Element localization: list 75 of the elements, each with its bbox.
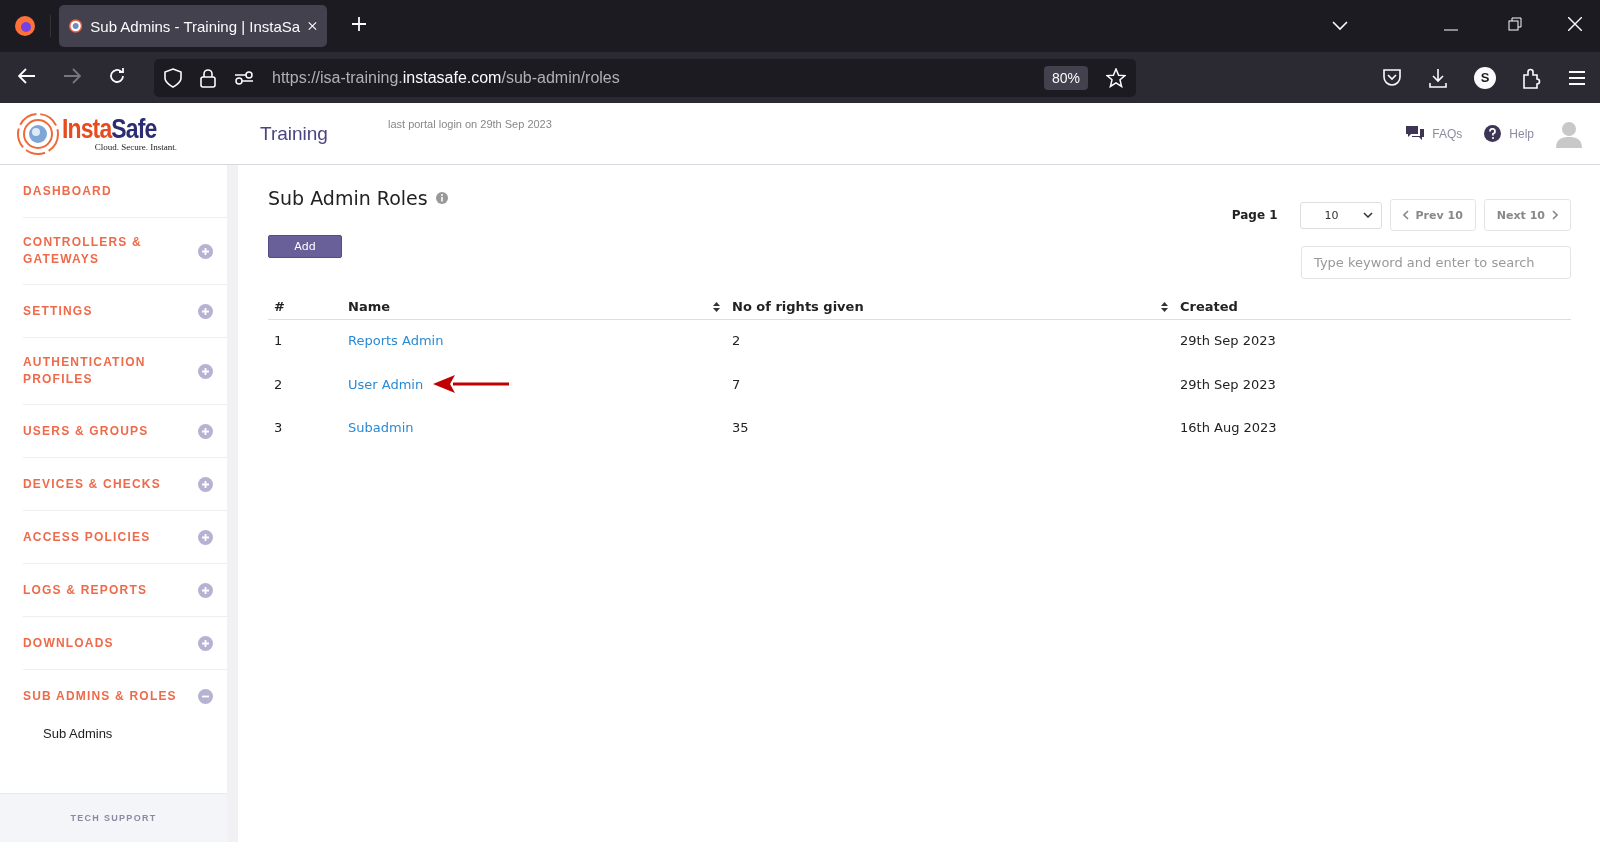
close-icon[interactable] xyxy=(308,20,317,32)
site-favicon-icon xyxy=(69,17,83,35)
profile-avatar[interactable]: S xyxy=(1474,66,1496,89)
column-header: Created xyxy=(1180,299,1238,314)
sidebar-item[interactable]: DEVICES & CHECKS xyxy=(23,475,198,493)
chevron-left-icon xyxy=(1402,210,1409,220)
column-header: No of rights given xyxy=(732,299,864,314)
menu-icon[interactable] xyxy=(1568,69,1586,86)
zoom-level[interactable]: 80% xyxy=(1043,65,1088,90)
sidebar-item[interactable]: DASHBOARD xyxy=(23,182,213,200)
role-name-link[interactable]: Subadmin xyxy=(348,420,414,435)
sidebar-subitem[interactable]: Sub Admins xyxy=(23,722,227,741)
chevron-right-icon xyxy=(1552,210,1558,220)
portal-name: Training xyxy=(260,122,328,145)
browser-logo-icon[interactable] xyxy=(14,15,36,37)
sidebar-item[interactable]: CONTROLLERS & GATEWAYS xyxy=(23,234,198,268)
new-tab-icon[interactable] xyxy=(351,16,367,32)
forward-arrow-icon xyxy=(63,68,81,84)
download-icon[interactable] xyxy=(1428,67,1448,88)
sidebar-item[interactable]: USERS & GROUPS xyxy=(23,422,198,440)
row-number: 3 xyxy=(274,420,283,435)
sidebar-item[interactable]: DOWNLOADS xyxy=(23,634,198,652)
chevron-down-icon[interactable] xyxy=(1332,21,1348,31)
back-arrow-icon[interactable] xyxy=(18,68,36,84)
rights-count: 2 xyxy=(732,333,741,348)
chat-bubbles-icon xyxy=(1406,125,1425,142)
sort-icon[interactable] xyxy=(1161,301,1168,312)
globe-logo-icon xyxy=(16,111,60,156)
reload-icon[interactable] xyxy=(108,67,126,85)
faqs-link[interactable]: FAQs xyxy=(1406,125,1463,142)
browser-tab[interactable]: Sub Admins - Training | InstaSa xyxy=(59,5,327,47)
add-button[interactable]: Add xyxy=(268,235,342,258)
permissions-icon[interactable] xyxy=(234,69,254,86)
row-number: 2 xyxy=(274,376,283,392)
sidebar-item[interactable]: LOGS & REPORTS xyxy=(23,581,198,599)
sidebar-item[interactable]: SUB ADMINS & ROLES xyxy=(23,687,198,705)
restore-icon[interactable] xyxy=(1508,17,1522,31)
created-date: 29th Sep 2023 xyxy=(1180,376,1276,392)
sidebar-item[interactable]: ACCESS POLICIES xyxy=(23,528,198,546)
star-icon[interactable] xyxy=(1106,67,1126,88)
logo-tagline: Cloud. Secure. Instant. xyxy=(94,141,178,152)
address-bar[interactable]: https://isa-training.instasafe.com/sub-admin/roles 80% xyxy=(154,58,1136,97)
logo-wordmark: InstaSafe xyxy=(62,115,157,142)
rights-count: 35 xyxy=(732,420,749,435)
created-date: 29th Sep 2023 xyxy=(1180,333,1276,348)
role-name-link[interactable]: Reports Admin xyxy=(348,333,444,348)
next-page-button[interactable]: Next 10 xyxy=(1483,199,1571,231)
rights-count: 7 xyxy=(732,376,741,392)
tech-support-link[interactable]: TECH SUPPORT xyxy=(70,813,157,823)
info-icon[interactable] xyxy=(435,192,448,204)
search-field[interactable]: Type keyword and enter to search xyxy=(1301,246,1571,279)
column-header: # xyxy=(274,299,285,314)
last-login-text: last portal login on 29th Sep 2023 xyxy=(387,118,552,130)
close-icon[interactable] xyxy=(1568,17,1582,31)
tab-title: Sub Admins - Training | InstaSa xyxy=(90,17,301,35)
shield-icon[interactable] xyxy=(164,67,182,88)
chevron-down-icon xyxy=(1362,212,1373,218)
padlock-icon[interactable] xyxy=(200,67,216,88)
prev-page-button[interactable]: Prev 10 xyxy=(1389,199,1476,231)
help-link[interactable]: Help xyxy=(1484,125,1534,142)
sort-icon[interactable] xyxy=(713,301,720,312)
pocket-icon[interactable] xyxy=(1382,68,1402,87)
sidebar-item[interactable]: AUTHENTICATION PROFILES xyxy=(23,354,198,388)
page-size-select[interactable]: 10 xyxy=(1299,201,1382,229)
puzzle-piece-icon[interactable] xyxy=(1522,66,1542,89)
url-text: https://isa-training.instasafe.com/sub-admin/roles xyxy=(272,68,621,87)
column-header: Name xyxy=(348,299,390,314)
sidebar-item[interactable]: SETTINGS xyxy=(23,302,198,320)
created-date: 16th Aug 2023 xyxy=(1180,420,1277,435)
role-name-link[interactable]: User Admin xyxy=(348,376,424,392)
page-indicator: Page 1 xyxy=(1231,208,1278,222)
row-number: 1 xyxy=(274,333,283,348)
help-icon xyxy=(1484,125,1502,142)
company-logo[interactable]: InstaSafe Cloud. Secure. Instant. xyxy=(16,111,226,156)
page-title: Sub Admin Roles xyxy=(268,187,428,209)
